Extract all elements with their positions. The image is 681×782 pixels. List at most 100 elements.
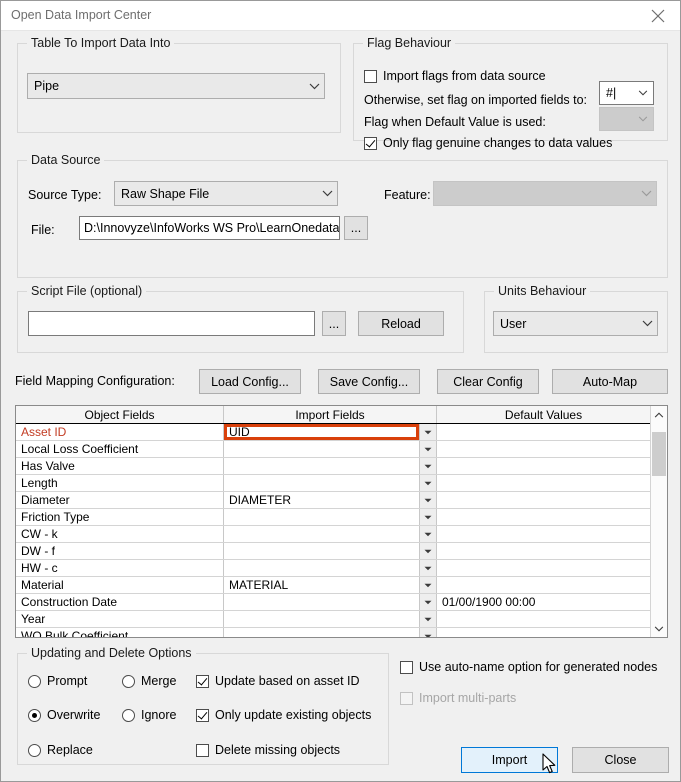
- table-row[interactable]: Year: [16, 611, 650, 628]
- only-flag-genuine-checkbox[interactable]: Only flag genuine changes to data values: [364, 136, 612, 150]
- scrollbar-thumb[interactable]: [652, 432, 666, 476]
- radio-prompt[interactable]: Prompt: [28, 674, 87, 688]
- field-mapping-table[interactable]: Object Fields Import Fields Default Valu…: [15, 405, 668, 638]
- chevron-down-icon: [633, 116, 653, 122]
- chevron-down-icon[interactable]: [419, 492, 436, 508]
- delete-missing-objects-checkbox[interactable]: Delete missing objects: [196, 743, 340, 757]
- cell-import-field[interactable]: DIAMETER: [224, 492, 437, 508]
- chevron-down-icon[interactable]: [419, 526, 436, 542]
- import-flags-checkbox[interactable]: Import flags from data source: [364, 69, 546, 83]
- units-behaviour-select[interactable]: User: [493, 311, 658, 336]
- file-path-input[interactable]: D:\Innovyze\InfoWorks WS Pro\LearnOnedat…: [79, 216, 340, 240]
- chevron-down-icon[interactable]: [419, 611, 436, 627]
- cell-default-value[interactable]: [437, 458, 650, 474]
- chevron-down-icon[interactable]: [419, 424, 436, 440]
- only-update-existing-objects-checkbox[interactable]: Only update existing objects: [196, 708, 371, 722]
- cell-default-value[interactable]: [437, 492, 650, 508]
- import-field-value: UID: [224, 424, 419, 440]
- close-button[interactable]: Close: [572, 747, 669, 773]
- cell-default-value[interactable]: [437, 509, 650, 525]
- import-center-dialog: Open Data Import Center Table To Import …: [0, 0, 681, 782]
- table-row[interactable]: Construction Date 01/00/1900 00:00: [16, 594, 650, 611]
- import-field-value: [224, 441, 419, 457]
- cell-import-field[interactable]: [224, 475, 437, 491]
- table-to-import-select[interactable]: Pipe: [27, 73, 325, 99]
- close-icon[interactable]: [635, 1, 680, 30]
- file-browse-button[interactable]: ...: [344, 216, 368, 240]
- updating-delete-options-group-title: Updating and Delete Options: [27, 646, 196, 660]
- auto-map-button[interactable]: Auto-Map: [552, 369, 668, 394]
- chevron-down-icon[interactable]: [419, 560, 436, 576]
- table-row[interactable]: Material MATERIAL: [16, 577, 650, 594]
- table-row[interactable]: WQ Bulk Coefficient: [16, 628, 650, 637]
- script-file-input[interactable]: [28, 311, 315, 336]
- otherwise-flag-select[interactable]: #|: [599, 81, 654, 105]
- save-config-button[interactable]: Save Config...: [318, 369, 420, 394]
- reload-button[interactable]: Reload: [358, 311, 444, 336]
- radio-box: [28, 674, 41, 688]
- cell-default-value[interactable]: [437, 424, 650, 440]
- clear-config-button[interactable]: Clear Config: [437, 369, 539, 394]
- table-row[interactable]: Friction Type: [16, 509, 650, 526]
- radio-ignore[interactable]: Ignore: [122, 708, 176, 722]
- cell-default-value[interactable]: 01/00/1900 00:00: [437, 594, 650, 610]
- cell-default-value[interactable]: [437, 441, 650, 457]
- cell-import-field[interactable]: [224, 543, 437, 559]
- table-row[interactable]: Diameter DIAMETER: [16, 492, 650, 509]
- scroll-up-icon[interactable]: [651, 406, 667, 423]
- table-row[interactable]: HW - c: [16, 560, 650, 577]
- chevron-down-icon[interactable]: [419, 628, 436, 637]
- source-type-select[interactable]: Raw Shape File: [114, 181, 338, 206]
- chevron-down-icon[interactable]: [419, 441, 436, 457]
- cell-import-field[interactable]: [224, 611, 437, 627]
- cell-default-value[interactable]: [437, 560, 650, 576]
- cell-import-field[interactable]: [224, 509, 437, 525]
- feature-select[interactable]: [433, 181, 657, 206]
- cell-import-field[interactable]: UID: [224, 424, 437, 440]
- cell-import-field[interactable]: [224, 594, 437, 610]
- table-row[interactable]: Has Valve: [16, 458, 650, 475]
- cell-default-value[interactable]: [437, 577, 650, 593]
- cell-import-field[interactable]: [224, 526, 437, 542]
- load-config-button[interactable]: Load Config...: [199, 369, 301, 394]
- table-row[interactable]: CW - k: [16, 526, 650, 543]
- radio-replace-label: Replace: [47, 743, 93, 757]
- cell-object-field: Local Loss Coefficient: [16, 441, 224, 457]
- table-row[interactable]: DW - f: [16, 543, 650, 560]
- update-based-on-asset-id-checkbox[interactable]: Update based on asset ID: [196, 674, 360, 688]
- script-file-browse-button[interactable]: ...: [322, 311, 346, 336]
- auto-name-nodes-checkbox[interactable]: Use auto-name option for generated nodes: [400, 660, 657, 674]
- table-row[interactable]: Asset ID UID: [16, 424, 650, 441]
- cell-default-value[interactable]: [437, 611, 650, 627]
- import-field-value: [224, 611, 419, 627]
- cell-default-value[interactable]: [437, 543, 650, 559]
- import-button[interactable]: Import: [461, 747, 558, 773]
- flag-default-value-select[interactable]: [599, 107, 654, 131]
- radio-overwrite[interactable]: Overwrite: [28, 708, 100, 722]
- chevron-down-icon[interactable]: [419, 475, 436, 491]
- table-row[interactable]: Length: [16, 475, 650, 492]
- cell-default-value[interactable]: [437, 628, 650, 637]
- radio-replace[interactable]: Replace: [28, 743, 93, 757]
- import-multi-parts-checkbox: Import multi-parts: [400, 691, 516, 705]
- table-row[interactable]: Local Loss Coefficient: [16, 441, 650, 458]
- chevron-down-icon[interactable]: [419, 594, 436, 610]
- cell-import-field[interactable]: [224, 441, 437, 457]
- chevron-down-icon[interactable]: [419, 509, 436, 525]
- cell-import-field[interactable]: [224, 458, 437, 474]
- import-multi-parts-label: Import multi-parts: [419, 691, 517, 705]
- only-flag-genuine-label: Only flag genuine changes to data values: [383, 136, 613, 150]
- table-vertical-scrollbar[interactable]: [650, 406, 667, 637]
- scroll-down-icon[interactable]: [651, 620, 667, 637]
- cell-default-value[interactable]: [437, 475, 650, 491]
- chevron-down-icon[interactable]: [419, 577, 436, 593]
- chevron-down-icon[interactable]: [419, 458, 436, 474]
- cell-import-field[interactable]: MATERIAL: [224, 577, 437, 593]
- chevron-down-icon[interactable]: [419, 543, 436, 559]
- cell-import-field[interactable]: [224, 628, 437, 637]
- radio-merge[interactable]: Merge: [122, 674, 176, 688]
- cell-import-field[interactable]: [224, 560, 437, 576]
- cell-default-value[interactable]: [437, 526, 650, 542]
- units-behaviour-group-title: Units Behaviour: [494, 284, 591, 298]
- radio-merge-label: Merge: [141, 674, 177, 688]
